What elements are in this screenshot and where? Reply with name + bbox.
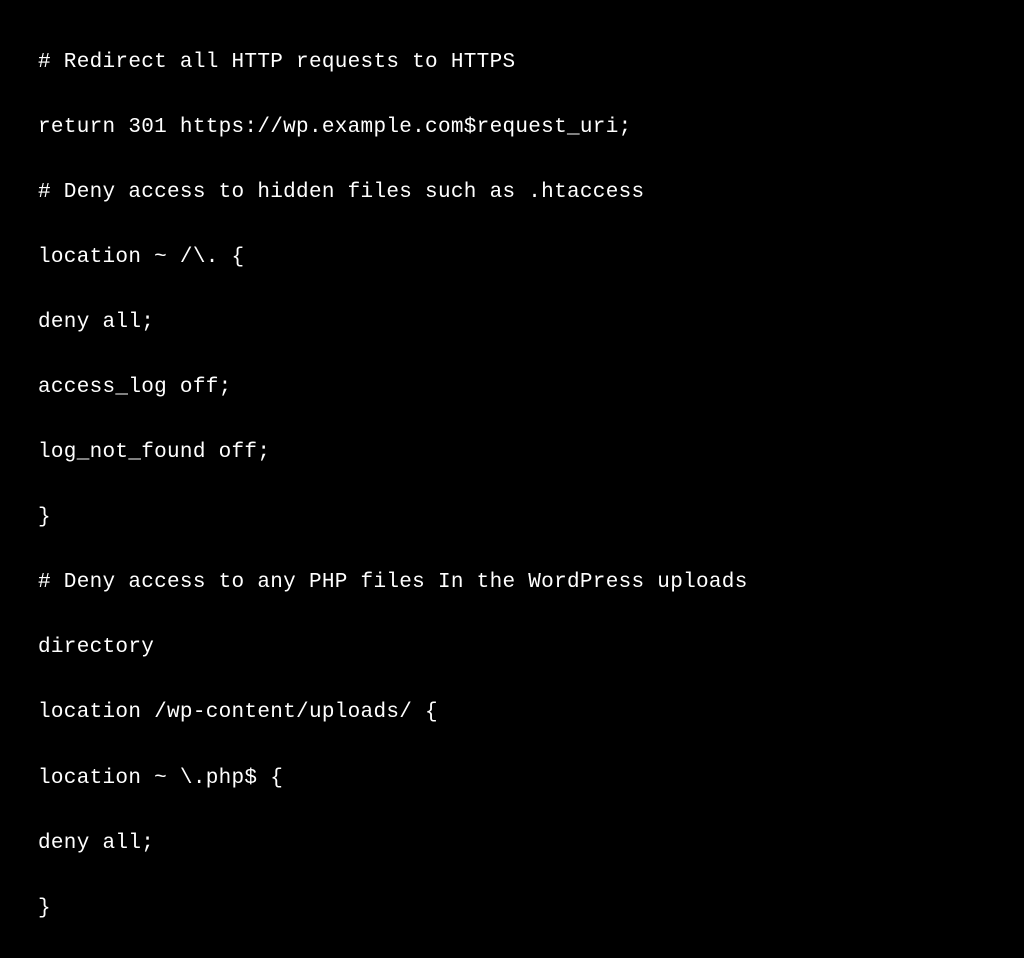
- code-line: }: [38, 502, 1024, 535]
- code-line: location ~ \.php$ {: [38, 763, 1024, 796]
- code-line: # Redirect all HTTP requests to HTTPS: [38, 47, 1024, 80]
- code-line: # Deny access to hidden files such as .h…: [38, 177, 1024, 210]
- code-line: directory: [38, 632, 1024, 665]
- code-line: location /wp-content/uploads/ {: [38, 697, 1024, 730]
- code-line: deny all;: [38, 307, 1024, 340]
- nginx-config-code-block: # Redirect all HTTP requests to HTTPS re…: [38, 14, 1024, 958]
- code-line: return 301 https://wp.example.com$reques…: [38, 112, 1024, 145]
- code-line: deny all;: [38, 828, 1024, 861]
- code-line: }: [38, 893, 1024, 926]
- code-line: log_not_found off;: [38, 437, 1024, 470]
- code-line: access_log off;: [38, 372, 1024, 405]
- code-line: # Deny access to any PHP files In the Wo…: [38, 567, 1024, 600]
- code-line: location ~ /\. {: [38, 242, 1024, 275]
